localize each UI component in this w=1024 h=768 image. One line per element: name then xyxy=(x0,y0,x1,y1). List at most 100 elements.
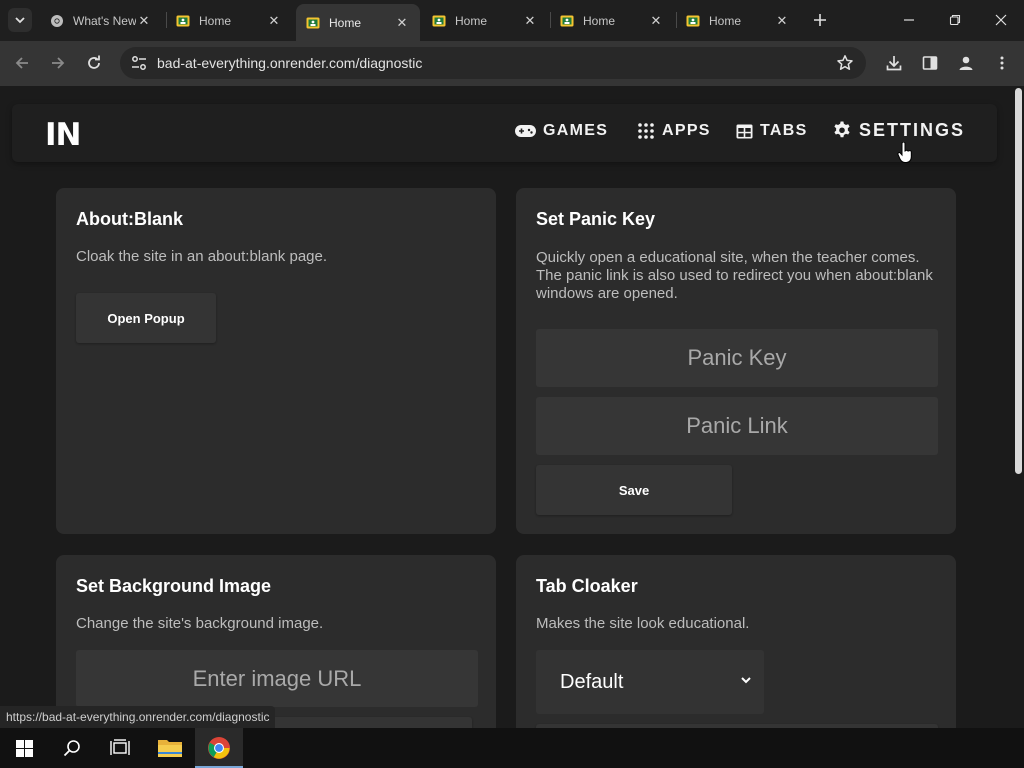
more-vertical-icon xyxy=(1000,56,1004,70)
close-tab-icon[interactable]: ✕ xyxy=(136,13,152,29)
restore-icon xyxy=(949,14,961,26)
browser-tab[interactable]: Home ✕ xyxy=(676,6,800,35)
reload-icon xyxy=(88,55,100,69)
browser-toolbar: bad-at-everything.onrender.com/diagnosti… xyxy=(0,41,1024,86)
scrollbar-thumb[interactable] xyxy=(1015,88,1022,474)
close-window-button[interactable] xyxy=(978,0,1024,40)
minimize-button[interactable] xyxy=(886,0,932,40)
close-tab-icon[interactable]: ✕ xyxy=(394,15,410,31)
arrow-right-icon xyxy=(52,57,65,69)
taskbar xyxy=(0,728,1024,768)
status-bar-link: https://bad-at-everything.onrender.com/d… xyxy=(0,706,276,728)
nav-tabs-label: TABS xyxy=(760,122,808,139)
hand-cursor-icon xyxy=(897,142,912,163)
page-viewport: IN GAMES APPS TABS SETTINGS About:Blank … xyxy=(0,86,1012,728)
cloak-select-value: Default xyxy=(560,670,624,693)
classroom-icon xyxy=(176,14,190,28)
taskbar-search-button[interactable] xyxy=(48,728,96,768)
table-icon xyxy=(736,124,753,138)
restore-button[interactable] xyxy=(932,0,978,40)
classroom-icon xyxy=(432,14,446,28)
site-logo[interactable]: IN xyxy=(45,117,81,153)
side-panel-button[interactable] xyxy=(920,53,940,73)
close-tab-icon[interactable]: ✕ xyxy=(266,13,282,29)
url-text: bad-at-everything.onrender.com/diagnosti… xyxy=(157,55,423,71)
nav-settings[interactable]: SETTINGS xyxy=(832,120,965,141)
file-explorer-button[interactable] xyxy=(146,728,194,768)
chevron-down-icon xyxy=(15,17,25,24)
page-scrollbar[interactable] xyxy=(1012,86,1024,728)
reload-button[interactable] xyxy=(81,50,107,76)
site-info-icon[interactable] xyxy=(130,54,148,72)
grid-icon xyxy=(638,123,654,139)
tab-title: Home xyxy=(329,15,362,30)
tab-title: Home xyxy=(455,13,488,28)
nav-settings-label: SETTINGS xyxy=(859,120,966,140)
panic-key-input[interactable]: Panic Key xyxy=(536,329,938,387)
background-image-title: Set Background Image xyxy=(76,576,272,596)
search-icon xyxy=(63,740,80,757)
close-tab-icon[interactable]: ✕ xyxy=(522,13,538,29)
close-icon xyxy=(995,14,1007,26)
classroom-icon xyxy=(306,16,320,30)
forward-button[interactable] xyxy=(45,50,71,76)
task-view-icon xyxy=(110,739,130,755)
chrome-icon xyxy=(208,737,230,759)
chrome-icon xyxy=(50,14,64,28)
person-icon xyxy=(959,56,973,70)
tab-search-button[interactable] xyxy=(8,8,32,32)
background-image-card: Set Background Image Change the site's b… xyxy=(56,555,496,728)
start-button[interactable] xyxy=(0,728,48,768)
about-blank-card: About:Blank Cloak the site in an about:b… xyxy=(56,188,496,534)
downloads-button[interactable] xyxy=(884,53,904,73)
classroom-icon xyxy=(686,14,700,28)
tab-title: What's New xyxy=(73,13,136,28)
tab-cloaker-description: Makes the site look educational. xyxy=(536,615,750,632)
task-view-button[interactable] xyxy=(96,728,144,768)
panic-key-card: Set Panic Key Quickly open a educational… xyxy=(516,188,956,534)
plus-icon xyxy=(814,14,826,26)
panic-key-description: Quickly open a educational site, when th… xyxy=(536,249,933,302)
close-tab-icon[interactable]: ✕ xyxy=(648,13,664,29)
gear-icon xyxy=(834,121,850,137)
minimize-icon xyxy=(904,19,914,21)
browser-tab-strip: What's New ✕ Home ✕ Home ✕ Home ✕ Home ✕ xyxy=(0,0,1024,41)
windows-logo-icon xyxy=(15,739,33,757)
background-image-description: Change the site's background image. xyxy=(76,615,324,632)
download-icon xyxy=(886,56,902,71)
profile-button[interactable] xyxy=(956,53,976,73)
browser-tab-active[interactable]: Home ✕ xyxy=(296,4,420,41)
tab-title: Home xyxy=(583,13,616,28)
browser-tab[interactable]: Home ✕ xyxy=(166,6,292,35)
chrome-taskbar-button[interactable] xyxy=(195,728,243,768)
address-bar[interactable]: bad-at-everything.onrender.com/diagnosti… xyxy=(120,47,866,79)
bookmark-star-icon[interactable] xyxy=(836,54,854,72)
nav-apps-label: APPS xyxy=(662,122,711,139)
back-button[interactable] xyxy=(9,50,35,76)
about-blank-title: About:Blank xyxy=(76,209,183,229)
tab-title: Home xyxy=(709,13,742,28)
browser-tab[interactable]: Home ✕ xyxy=(422,6,548,35)
arrow-left-icon xyxy=(15,57,28,69)
nav-tabs[interactable]: TABS xyxy=(736,122,808,140)
nav-games-label: GAMES xyxy=(543,122,609,139)
folder-icon xyxy=(158,740,182,757)
close-tab-icon[interactable]: ✕ xyxy=(774,13,790,29)
browser-tab[interactable]: What's New ✕ xyxy=(40,6,162,35)
nav-apps[interactable]: APPS xyxy=(637,122,711,140)
panic-link-input[interactable]: Panic Link xyxy=(536,397,938,455)
browser-tab[interactable]: Home ✕ xyxy=(550,6,674,35)
panic-key-title: Set Panic Key xyxy=(536,209,656,229)
side-panel-icon xyxy=(922,56,938,70)
open-popup-button[interactable]: Open Popup xyxy=(76,293,216,343)
tab-cloaker-card: Tab Cloaker Makes the site look educatio… xyxy=(516,555,956,728)
save-panic-button[interactable]: Save xyxy=(536,465,732,515)
cloak-select[interactable]: Default xyxy=(536,650,764,714)
browser-menu-button[interactable] xyxy=(992,53,1012,73)
new-tab-button[interactable] xyxy=(808,8,832,32)
chevron-down-icon xyxy=(741,677,751,684)
about-blank-description: Cloak the site in an about:blank page. xyxy=(76,248,328,265)
image-url-input[interactable]: Enter image URL xyxy=(76,650,478,707)
nav-games[interactable]: GAMES xyxy=(515,122,608,140)
tab-title: Home xyxy=(199,13,232,28)
